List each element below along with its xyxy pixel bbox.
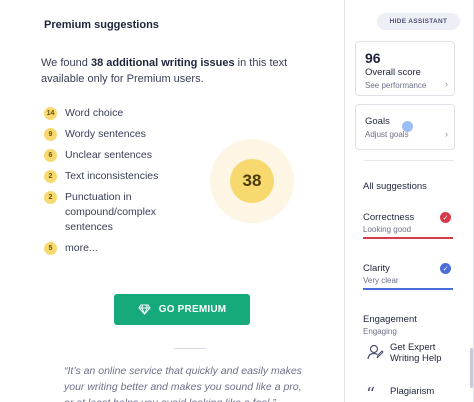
category-bar [363, 237, 453, 239]
premium-title: Premium suggestions [44, 19, 159, 31]
issue-label: Text inconsistencies [65, 170, 159, 182]
adjust-goals-link[interactable]: Adjust goals [365, 130, 409, 139]
goals-label: Goals [365, 116, 390, 127]
check-icon: ✓ [440, 212, 451, 223]
chevron-right-icon: › [445, 79, 448, 89]
cursor-indicator [402, 121, 413, 132]
plagiarism-link[interactable]: “ Plagiarism [365, 383, 434, 402]
more-issues-link[interactable]: more... [65, 242, 98, 254]
expert-person-icon [365, 342, 385, 362]
issue-label: Unclear sentences [65, 149, 152, 161]
issue-list: 14 Word choice 9 Wordy sentences 6 Uncle… [44, 106, 194, 262]
issue-label: Punctuation in compound/complex sentence… [65, 191, 157, 233]
sidebar-section-divider [364, 160, 454, 161]
issue-label: Word choice [65, 107, 124, 119]
go-premium-button[interactable]: GO PREMIUM [114, 294, 250, 325]
category-status-text: Very clear [363, 276, 399, 285]
issue-label: Wordy sentences [65, 128, 146, 140]
issue-item: 9 Wordy sentences [44, 127, 194, 142]
issue-count-badge: 2 [44, 170, 57, 183]
intro-prefix: We found [41, 57, 91, 69]
chevron-right-icon: › [445, 129, 448, 139]
category-correctness[interactable]: Correctness Looking good ✓ [363, 212, 453, 239]
category-engagement[interactable]: Engagement Engaging [363, 314, 453, 336]
diamond-icon [138, 304, 151, 315]
issue-item: 14 Word choice [44, 106, 194, 121]
hide-assistant-button[interactable]: HIDE ASSISTANT [377, 13, 460, 30]
issue-item: 6 Unclear sentences [44, 148, 194, 163]
testimonial-quote: “It’s an online service that quickly and… [64, 365, 302, 402]
issue-count-badge: 6 [44, 149, 57, 162]
all-suggestions-tab[interactable]: All suggestions [363, 181, 427, 192]
category-status-text: Looking good [363, 225, 412, 234]
premium-intro: We found 38 additional writing issues in… [41, 55, 301, 87]
expert-help-label: Get Expert Writing Help [390, 342, 442, 364]
overall-score-card[interactable]: 96 Overall score See performance › [355, 41, 455, 96]
check-icon: ✓ [440, 263, 451, 274]
go-premium-label: GO PREMIUM [158, 304, 227, 315]
issue-count-badge: 14 [44, 107, 57, 120]
see-performance-link[interactable]: See performance [365, 81, 426, 90]
category-bar [363, 288, 453, 290]
quote-divider [174, 348, 206, 349]
expert-writing-help-link[interactable]: Get Expert Writing Help [365, 341, 465, 364]
issue-count-badge: 5 [44, 242, 57, 255]
svg-text:“: “ [366, 386, 375, 400]
plagiarism-label: Plagiarism [390, 386, 435, 397]
issue-count-badge: 2 [44, 191, 57, 204]
category-status-text: Engaging [363, 327, 397, 336]
scrollbar-thumb[interactable] [470, 348, 473, 388]
category-name: Engagement [363, 314, 417, 325]
issue-item: 2 Text inconsistencies [44, 169, 194, 184]
premium-panel: Premium suggestions We found 38 addition… [0, 0, 344, 402]
quote-marks-icon: “ [365, 383, 385, 402]
total-issues-circle: 38 [230, 159, 274, 203]
issue-item-more[interactable]: 5 more... [44, 241, 194, 256]
intro-highlight: 38 additional writing issues [90, 57, 235, 69]
issue-item: 2 Punctuation in compound/complex senten… [44, 190, 157, 235]
category-clarity[interactable]: Clarity Very clear ✓ [363, 263, 453, 290]
score-label: Overall score [365, 67, 421, 78]
issue-count-badge: 9 [44, 128, 57, 141]
score-value: 96 [365, 50, 381, 66]
